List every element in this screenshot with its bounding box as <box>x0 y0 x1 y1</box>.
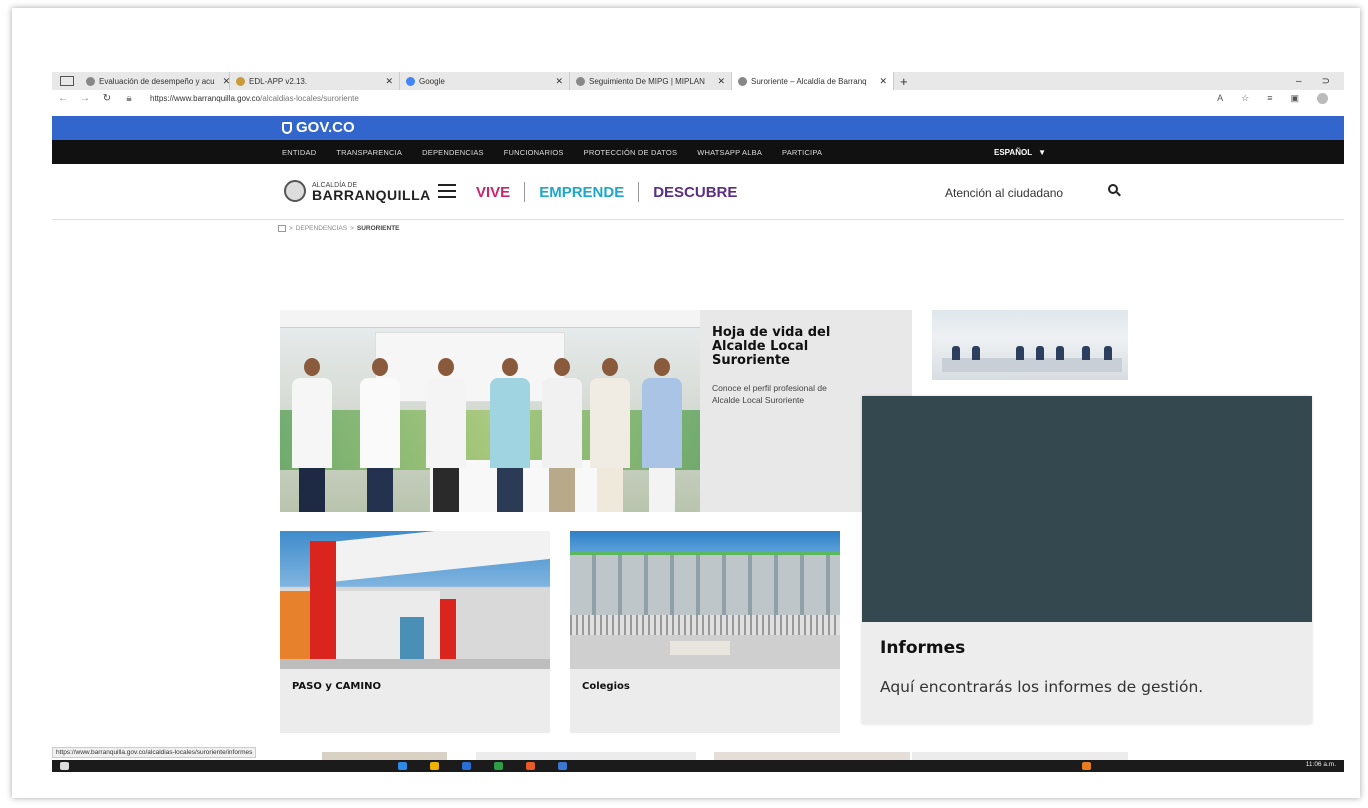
lock-icon[interactable]: 🔒︎ <box>118 93 140 104</box>
card-title: PASO y CAMINO <box>292 681 381 692</box>
globe-icon <box>576 76 585 86</box>
weather-icon[interactable] <box>1082 762 1091 770</box>
profile-avatar[interactable] <box>1317 92 1328 104</box>
colegios-card[interactable]: Colegios <box>570 531 840 733</box>
address-bar: ← → ↻ 🔒︎ https://www.barranquilla.gov.co… <box>52 90 1344 106</box>
hamburger-menu-icon[interactable] <box>438 184 456 202</box>
close-tab-icon[interactable]: ✕ <box>551 76 563 87</box>
browser-tab[interactable]: Evaluación de desempeño y acu ✕ <box>80 72 230 90</box>
informes-card[interactable]: Informes Aquí encontrarás los informes d… <box>862 396 1312 724</box>
browser-tab[interactable]: Seguimiento De MIPG | MIPLAN ✕ <box>570 72 732 90</box>
breadcrumb-current: SURORIENTE <box>356 225 400 232</box>
gov-co-logo[interactable]: GOV.CO <box>282 119 355 136</box>
browser-tab-bar: Evaluación de desempeño y acu ✕ EDL-APP … <box>52 72 1344 90</box>
close-tab-icon[interactable]: ✕ <box>219 76 229 87</box>
minimize-button[interactable]: – <box>1296 76 1302 87</box>
explorer-icon[interactable] <box>430 762 439 770</box>
meeting-photo[interactable] <box>932 310 1128 380</box>
status-bar-url: https://www.barranquilla.gov.co/alcaldia… <box>52 747 257 758</box>
gov-shield-icon <box>282 121 292 134</box>
collections-icon[interactable]: ▣ <box>1290 93 1299 104</box>
menu-item-proteccion-datos[interactable]: PROTECCIÓN DE DATOS <box>584 148 678 157</box>
back-arrow-icon[interactable]: ← <box>52 93 74 104</box>
edge-icon[interactable] <box>398 762 407 770</box>
new-tab-button[interactable]: + <box>894 74 914 89</box>
reload-icon[interactable]: ↻ <box>96 93 118 104</box>
card-description: Aquí encontrarás los informes de gestión… <box>880 678 1204 696</box>
close-tab-icon[interactable]: ✕ <box>713 76 725 87</box>
chrome-icon[interactable] <box>526 762 535 770</box>
tab-actions-icon[interactable] <box>60 76 74 86</box>
outlook-icon[interactable] <box>462 762 471 770</box>
language-selector[interactable]: ESPAÑOL ▼ <box>994 140 1046 164</box>
globe-icon <box>86 76 95 86</box>
read-aloud-icon[interactable]: A <box>1217 93 1223 104</box>
alcalde-photo[interactable] <box>280 310 700 512</box>
main-nav: VIVE EMPRENDE DESCUBRE <box>476 182 737 202</box>
card-title: Colegios <box>582 681 630 692</box>
nav-emprende[interactable]: EMPRENDE <box>539 184 624 201</box>
taskbar-clock: 11:06 a.m. <box>1305 761 1336 768</box>
menu-item-funcionarios[interactable]: FUNCIONARIOS <box>504 148 564 157</box>
entity-menu: ENTIDAD TRANSPARENCIA DEPENDENCIAS FUNCI… <box>282 140 822 164</box>
nav-descubre[interactable]: DESCUBRE <box>653 184 737 201</box>
menu-item-transparencia[interactable]: TRANSPARENCIA <box>336 148 402 157</box>
globe-icon <box>738 76 747 86</box>
caret-down-icon: ▼ <box>1038 147 1046 157</box>
search-icon[interactable] <box>1108 184 1122 198</box>
informes-image <box>862 396 1312 622</box>
home-icon[interactable] <box>278 225 286 232</box>
browser-tab-active[interactable]: Suroriente – Alcaldía de Barranq ✕ <box>732 72 894 90</box>
forward-arrow-icon[interactable]: → <box>74 93 96 104</box>
browser-tab[interactable]: Google ✕ <box>400 72 570 90</box>
alcaldia-logo[interactable]: ALCALDÍA DE BARRANQUILLA <box>284 180 431 202</box>
excel-icon[interactable] <box>494 762 503 770</box>
google-icon <box>406 76 415 86</box>
browser-window: Evaluación de desempeño y acu ✕ EDL-APP … <box>52 72 1344 772</box>
paso-photo <box>280 531 550 669</box>
window-controls: – ⊃ <box>1296 76 1344 87</box>
close-tab-icon[interactable]: ✕ <box>381 76 393 87</box>
entity-menu-bar: ENTIDAD TRANSPARENCIA DEPENDENCIAS FUNCI… <box>52 140 1344 164</box>
edl-app-icon <box>236 76 245 86</box>
start-icon[interactable] <box>60 762 69 770</box>
site-header: ALCALDÍA DE BARRANQUILLA VIVE EMPRENDE D… <box>52 164 1344 220</box>
favorite-add-icon[interactable]: ☆ <box>1241 93 1249 104</box>
breadcrumb: > DEPENDENCIAS > SURORIENTE <box>278 225 400 232</box>
restore-button[interactable]: ⊃ <box>1322 76 1330 87</box>
word-icon[interactable] <box>558 762 567 770</box>
nav-divider <box>524 182 526 202</box>
windows-taskbar: 11:06 a.m. <box>52 760 1344 772</box>
menu-item-entidad[interactable]: ENTIDAD <box>282 148 316 157</box>
menu-item-dependencias[interactable]: DEPENDENCIAS <box>422 148 484 157</box>
gov-co-bar: GOV.CO <box>52 116 1344 140</box>
url-field[interactable]: https://www.barranquilla.gov.co/alcaldia… <box>150 94 359 103</box>
nav-vive[interactable]: VIVE <box>476 184 510 201</box>
colegios-photo <box>570 531 840 669</box>
card-title: Hoja de vida del Alcalde Local Surorient… <box>712 325 831 368</box>
atencion-ciudadano-link[interactable]: Atención al ciudadano <box>945 186 1063 200</box>
browser-tab[interactable]: EDL-APP v2.13. ✕ <box>230 72 400 90</box>
nav-divider <box>638 182 640 202</box>
paso-y-camino-card[interactable]: PASO y CAMINO <box>280 531 550 733</box>
address-bar-icons: A ☆ ≡ ▣ <box>1217 92 1344 104</box>
card-title: Informes <box>880 638 966 658</box>
city-seal-icon <box>284 180 306 202</box>
favorites-icon[interactable]: ≡ <box>1267 93 1272 104</box>
menu-item-participa[interactable]: PARTICIPA <box>782 148 822 157</box>
breadcrumb-item[interactable]: DEPENDENCIAS <box>296 225 347 232</box>
close-tab-icon[interactable]: ✕ <box>875 76 887 87</box>
menu-item-whatsapp-alba[interactable]: WHATSAPP ALBA <box>697 148 762 157</box>
